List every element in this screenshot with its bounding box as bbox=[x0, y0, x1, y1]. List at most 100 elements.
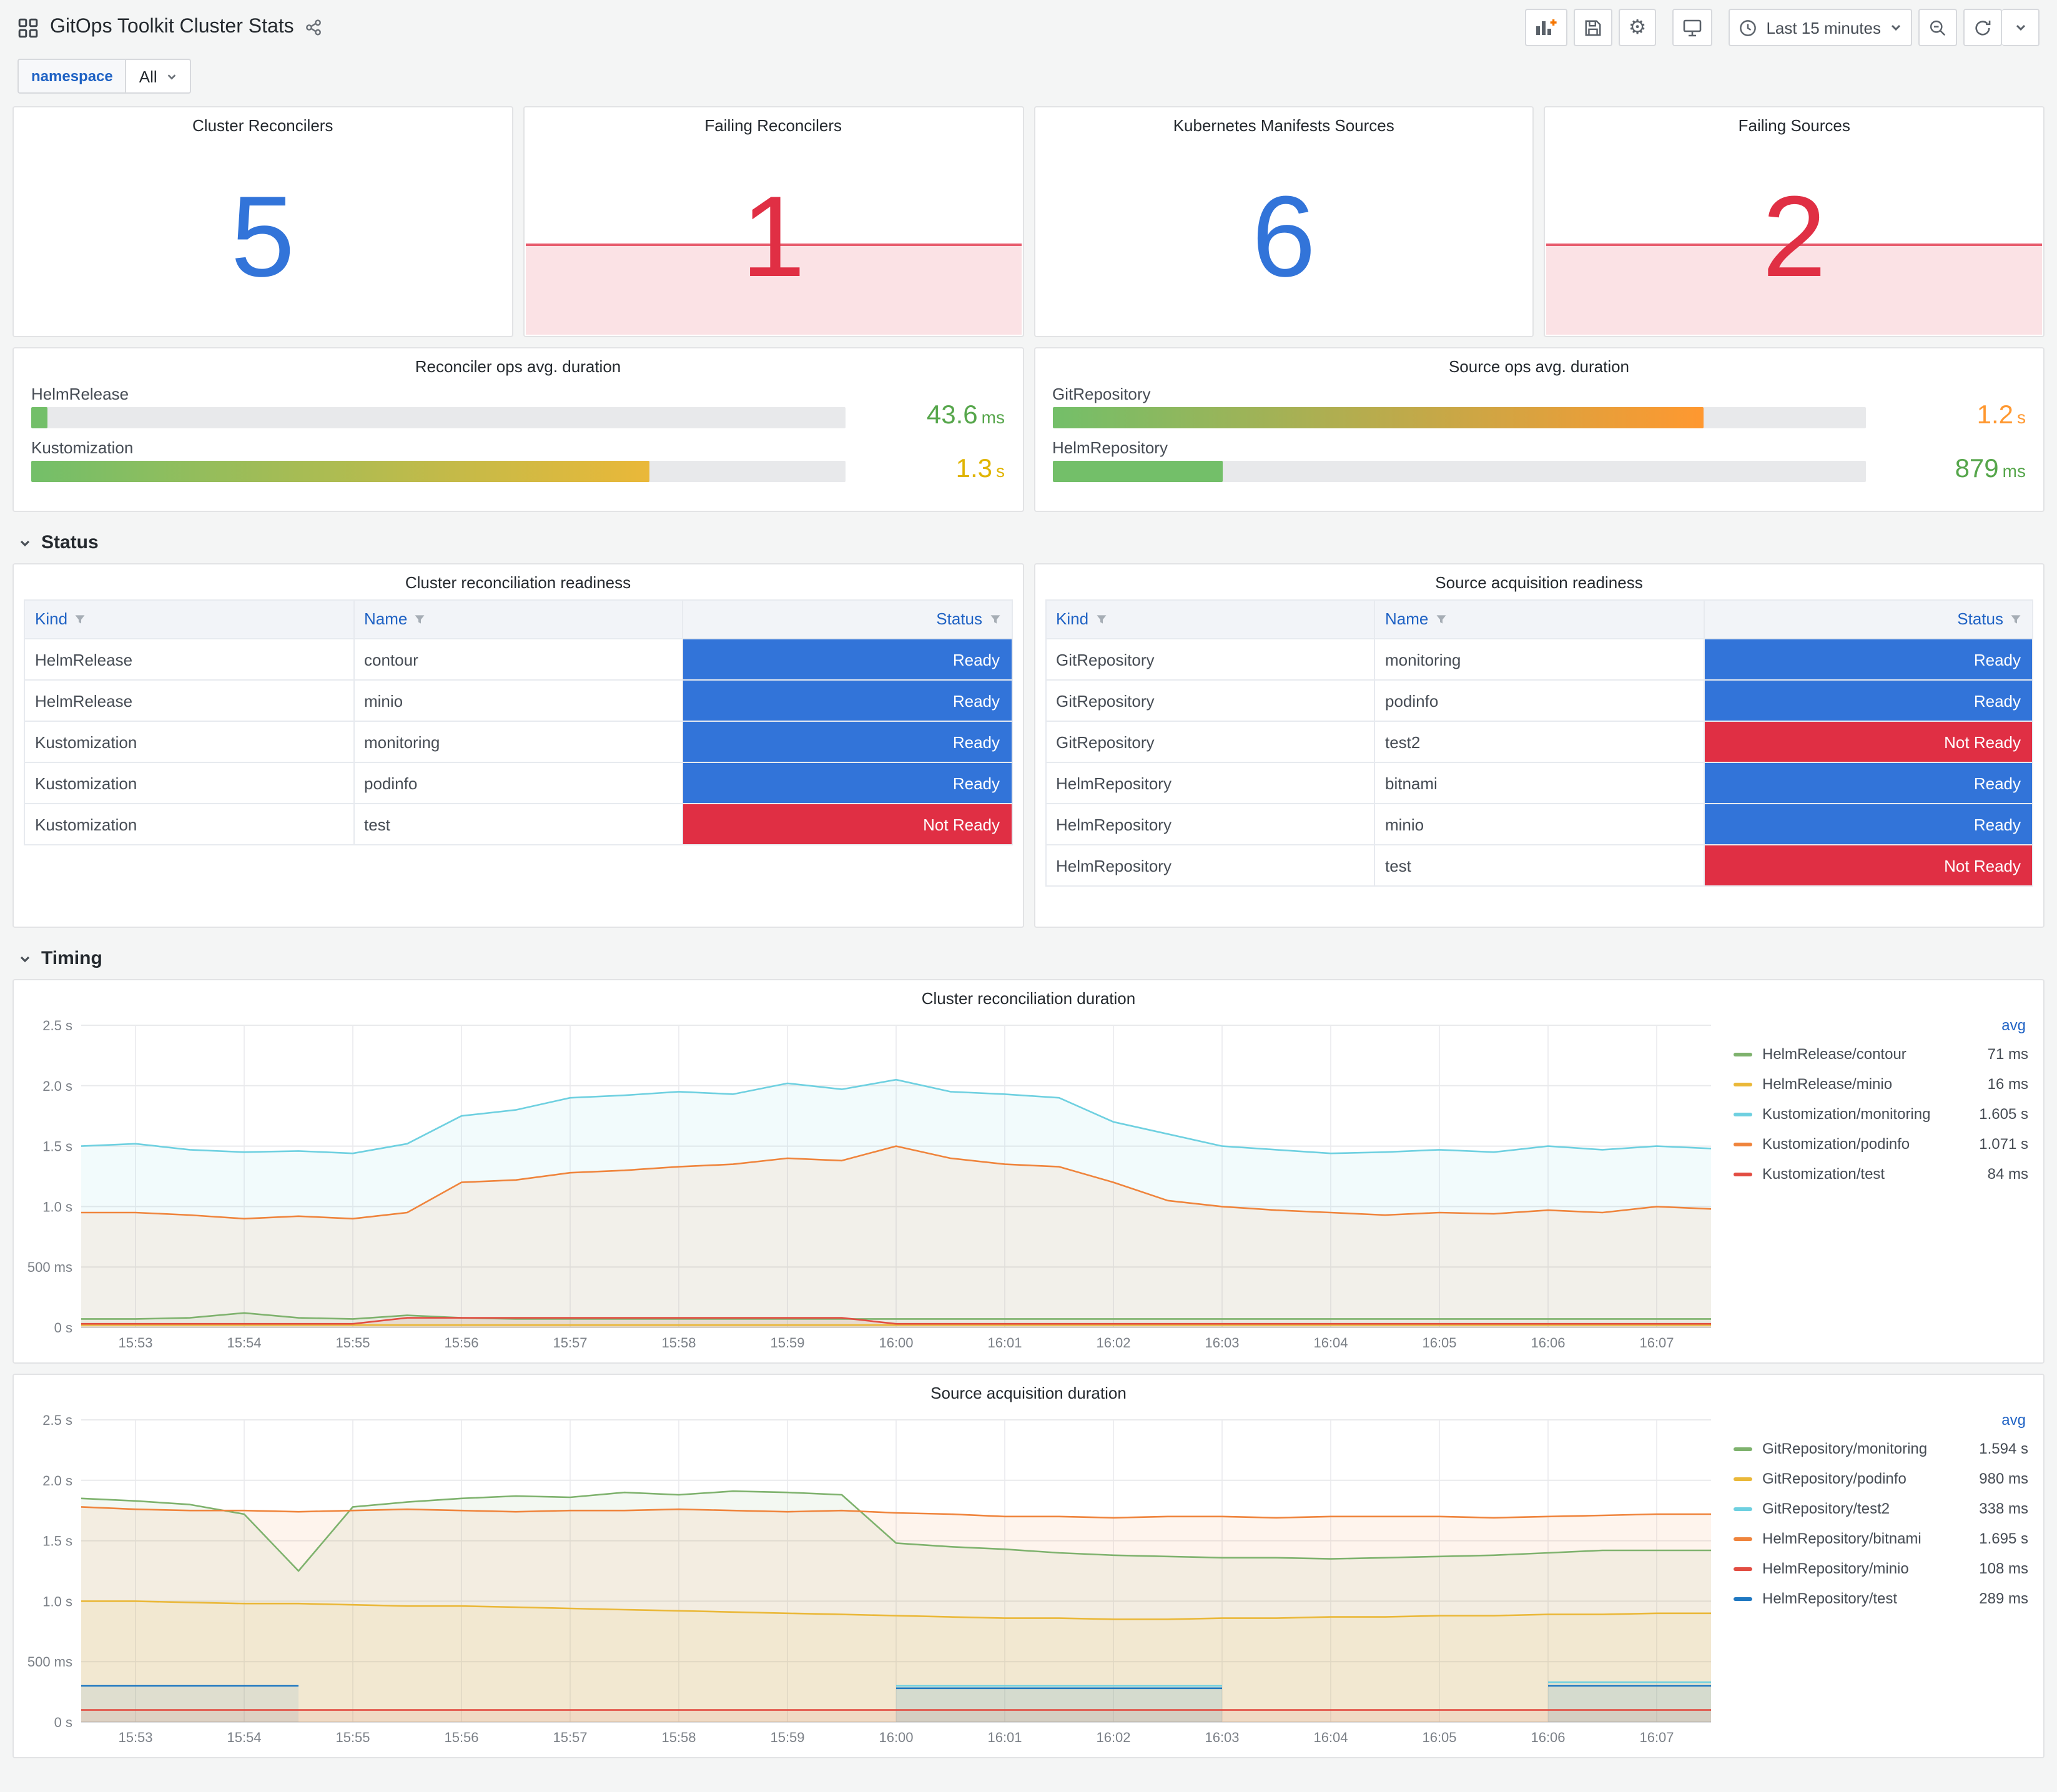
panel-title[interactable]: Cluster reconciliation duration bbox=[14, 980, 2043, 1013]
legend-item[interactable]: GitRepository/podinfo 980 ms bbox=[1734, 1464, 2028, 1494]
column-header-name[interactable]: Name bbox=[1374, 599, 1704, 639]
svg-text:16:06: 16:06 bbox=[1531, 1335, 1565, 1351]
section-timing[interactable]: Timing bbox=[12, 938, 2045, 979]
legend-item[interactable]: HelmRepository/test 289 ms bbox=[1734, 1583, 2028, 1613]
legend-series-avg: 84 ms bbox=[1987, 1165, 2028, 1183]
dashboard-title: GitOps Toolkit Cluster Stats bbox=[50, 16, 294, 37]
status-badge: Ready bbox=[1704, 681, 2032, 721]
table-row: GitRepository podinfo Ready bbox=[1045, 679, 2033, 722]
table-row: GitRepository test2 Not Ready bbox=[1045, 721, 2033, 763]
filter-icon[interactable] bbox=[1095, 611, 1107, 629]
filter-icon[interactable] bbox=[1434, 611, 1447, 629]
svg-text:500 ms: 500 ms bbox=[27, 1259, 72, 1275]
legend-series-color bbox=[1734, 1537, 1752, 1540]
legend-item[interactable]: GitRepository/monitoring 1.594 s bbox=[1734, 1434, 2028, 1464]
table-row: GitRepository monitoring Ready bbox=[1045, 638, 2033, 681]
cycle-view-mode-button[interactable] bbox=[1672, 9, 1713, 46]
legend-item[interactable]: Kustomization/test 84 ms bbox=[1734, 1159, 2028, 1189]
status-badge: Ready bbox=[683, 681, 1011, 721]
status-cell: Ready bbox=[682, 638, 1012, 681]
filter-icon[interactable] bbox=[2010, 611, 2022, 629]
column-header-name[interactable]: Name bbox=[353, 599, 683, 639]
time-picker-button[interactable]: Last 15 minutes bbox=[1729, 9, 1912, 46]
svg-text:16:02: 16:02 bbox=[1096, 1335, 1130, 1351]
svg-text:16:05: 16:05 bbox=[1422, 1730, 1456, 1745]
panel-title[interactable]: Kubernetes Manifests Sources bbox=[1035, 107, 1533, 140]
refresh-button[interactable] bbox=[1963, 9, 2002, 46]
status-cell: Ready bbox=[1703, 803, 2033, 845]
chart-panel-cluster-reconciliation-duration: Cluster reconciliation duration 15:53 15:… bbox=[12, 979, 2045, 1364]
filter-icon[interactable] bbox=[989, 611, 1001, 629]
svg-text:16:00: 16:00 bbox=[879, 1335, 913, 1351]
status-badge: Ready bbox=[1704, 804, 2032, 844]
chart-legend: avg GitRepository/monitoring 1.594 s GitRep… bbox=[1721, 1407, 2036, 1752]
svg-text:15:59: 15:59 bbox=[770, 1730, 804, 1745]
legend-series-name: HelmRepository/minio bbox=[1762, 1560, 1909, 1577]
refresh-icon bbox=[1973, 18, 1992, 37]
panel-title[interactable]: Source acquisition duration bbox=[14, 1375, 2043, 1407]
apps-grid-icon[interactable] bbox=[17, 17, 39, 38]
status-cell: Ready bbox=[682, 721, 1012, 763]
column-header-status[interactable]: Status bbox=[682, 599, 1012, 639]
bar-gauge-track bbox=[1052, 460, 1866, 481]
time-series-plot[interactable]: 15:53 15:54 15:55 15:56 15:57 15:58 15:59 16:00… bbox=[21, 1407, 1721, 1752]
save-icon bbox=[1584, 18, 1602, 37]
svg-text:16:03: 16:03 bbox=[1205, 1730, 1239, 1745]
legend-item[interactable]: HelmRepository/bitnami 1.695 s bbox=[1734, 1524, 2028, 1553]
zoom-out-time-button[interactable] bbox=[1918, 9, 1957, 46]
section-title: Status bbox=[41, 532, 99, 553]
filter-icon[interactable] bbox=[74, 611, 86, 629]
legend-series-color bbox=[1734, 1507, 1752, 1510]
chart-canvas: 15:53 15:54 15:55 15:56 15:57 15:58 15:59 16:00… bbox=[27, 1412, 1711, 1745]
panel-title[interactable]: Failing Reconcilers bbox=[525, 107, 1023, 140]
column-header-status[interactable]: Status bbox=[1703, 599, 2033, 639]
filter-icon[interactable] bbox=[413, 611, 426, 629]
legend-item[interactable]: Kustomization/podinfo 1.071 s bbox=[1734, 1129, 2028, 1159]
share-icon[interactable] bbox=[305, 19, 323, 36]
table-cell: HelmRelease bbox=[24, 679, 354, 722]
namespace-dropdown[interactable]: All bbox=[125, 59, 191, 94]
time-series-plot[interactable]: 15:53 15:54 15:55 15:56 15:57 15:58 15:59 16:00… bbox=[21, 1013, 1721, 1357]
svg-text:16:04: 16:04 bbox=[1313, 1730, 1348, 1745]
legend-item[interactable]: GitRepository/test2 338 ms bbox=[1734, 1494, 2028, 1524]
dashboard-settings-button[interactable]: ⚙ bbox=[1618, 9, 1657, 46]
table-cell: monitoring bbox=[353, 721, 683, 763]
section-title: Timing bbox=[41, 948, 102, 969]
svg-text:15:57: 15:57 bbox=[553, 1335, 587, 1351]
panel-title[interactable]: Reconciler ops avg. duration bbox=[14, 348, 1022, 381]
refresh-interval-button[interactable] bbox=[2002, 9, 2040, 46]
legend-series-avg: 16 ms bbox=[1987, 1075, 2028, 1093]
svg-text:15:58: 15:58 bbox=[661, 1335, 696, 1351]
bar-gauge-track bbox=[1052, 406, 1866, 428]
section-status[interactable]: Status bbox=[12, 522, 2045, 563]
variable-label: namespace bbox=[17, 59, 126, 94]
table-cell: Kustomization bbox=[24, 721, 354, 763]
column-header-kind[interactable]: Kind bbox=[24, 599, 354, 639]
table-row: Kustomization podinfo Ready bbox=[24, 762, 1012, 804]
stat-panel-cluster-reconcilers: Cluster Reconcilers 5 bbox=[12, 106, 513, 337]
save-dashboard-button[interactable] bbox=[1573, 9, 1612, 46]
stat-panel-failing-sources: Failing Sources 2 bbox=[1544, 106, 2045, 337]
table-row: Kustomization test Not Ready bbox=[24, 803, 1012, 845]
panel-title[interactable]: Cluster Reconcilers bbox=[14, 107, 512, 140]
panel-title[interactable]: Source ops avg. duration bbox=[1035, 348, 2043, 381]
legend-avg-header: avg bbox=[2001, 1411, 2026, 1429]
column-header-kind[interactable]: Kind bbox=[1045, 599, 1375, 639]
gauge-label: Kustomization bbox=[31, 438, 134, 456]
stat-value: 5 bbox=[230, 174, 295, 302]
legend-item[interactable]: HelmRepository/minio 108 ms bbox=[1734, 1553, 2028, 1583]
panel-title[interactable]: Failing Sources bbox=[1546, 107, 2044, 140]
table-row: HelmRelease minio Ready bbox=[24, 679, 1012, 722]
legend-item[interactable]: Kustomization/monitoring 1.605 s bbox=[1734, 1099, 2028, 1129]
svg-text:16:07: 16:07 bbox=[1639, 1335, 1674, 1351]
add-panel-button[interactable] bbox=[1524, 9, 1567, 46]
panel-title[interactable]: Cluster reconciliation readiness bbox=[14, 564, 1022, 597]
panel-title[interactable]: Source acquisition readiness bbox=[1035, 564, 2043, 597]
legend-series-name: GitRepository/monitoring bbox=[1762, 1440, 1928, 1457]
table-cell: podinfo bbox=[1374, 679, 1704, 722]
legend-item[interactable]: HelmRelease/minio 16 ms bbox=[1734, 1069, 2028, 1099]
svg-text:15:57: 15:57 bbox=[553, 1730, 587, 1745]
legend-item[interactable]: HelmRelease/contour 71 ms bbox=[1734, 1039, 2028, 1069]
legend-series-avg: 980 ms bbox=[1979, 1470, 2028, 1487]
svg-text:16:07: 16:07 bbox=[1639, 1730, 1674, 1745]
